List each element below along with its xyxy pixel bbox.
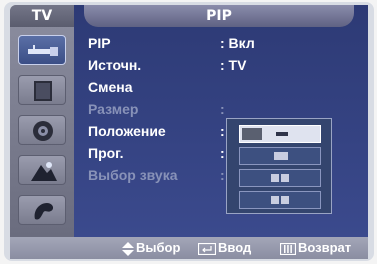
osd-footer-hints: Выбор Ввод Возврат [10, 237, 368, 259]
pip-size-option[interactable] [239, 147, 321, 165]
source-tab-title: TV [10, 5, 74, 27]
sound-icon [33, 121, 53, 141]
menu-item-label: Выбор звука [88, 167, 178, 183]
pip-size-option[interactable] [239, 191, 321, 209]
footer-return-hint: Возврат [279, 240, 352, 256]
pip-double-large-icon [271, 196, 279, 204]
enter-icon [197, 242, 217, 255]
footer-select-hint: Выбор [122, 240, 180, 256]
setup-icon [34, 203, 54, 220]
footer-enter-hint: Ввод [197, 240, 252, 256]
menu-item-value: : [220, 123, 225, 139]
pip-small-icon [274, 152, 288, 160]
category-sidebar: TV [10, 5, 74, 237]
sidebar-item-input[interactable] [18, 35, 66, 65]
pip-double-small-icon [271, 174, 279, 182]
channel-icon [31, 162, 57, 181]
menu-item-value: : [220, 101, 225, 117]
footer-return-label: Возврат [298, 240, 352, 255]
menu-item-label: Прог. [88, 145, 124, 161]
pip-large-icon [242, 128, 262, 140]
footer-select-label: Выбор [136, 240, 181, 255]
pip-size-popup [226, 118, 332, 214]
pip-size-option[interactable] [239, 169, 321, 187]
menu-item-value: : TV [220, 57, 247, 73]
pip-window-marker [276, 132, 288, 136]
menu-item-label: Размер [88, 101, 139, 117]
sidebar-item-channel[interactable] [18, 155, 66, 185]
pip-size-option[interactable] [239, 125, 321, 143]
up-down-arrow-icon [122, 241, 134, 256]
tv-osd-screen: TV PIP PIP: Вкл Источн.: TV Смена Разм… [0, 0, 377, 264]
menu-item-value: : [220, 167, 225, 183]
menu-item-label: Смена [88, 79, 133, 95]
antenna-input-icon [28, 45, 58, 56]
sidebar-item-sound[interactable] [18, 115, 66, 145]
menu-item-value: : [220, 145, 225, 161]
pip-double-large-right [281, 196, 289, 204]
menu-title: PIP [84, 5, 354, 27]
menu-item-pip[interactable]: PIP : Вкл [88, 35, 358, 55]
menu-return-icon [279, 242, 297, 255]
osd-frame: TV PIP PIP: Вкл Источн.: TV Смена Разм… [4, 2, 374, 261]
menu-item-label: PIP [88, 35, 111, 51]
sidebar-item-setup[interactable] [18, 195, 66, 225]
menu-item-label: Источн. [88, 57, 142, 73]
menu-item-source[interactable]: Источн. : TV [88, 57, 358, 77]
pip-double-small-right [281, 174, 289, 182]
menu-item-value: : Вкл [220, 35, 255, 51]
menu-item-swap[interactable]: Смена [88, 79, 358, 99]
menu-item-label: Положение [88, 123, 166, 139]
sidebar-item-picture[interactable] [18, 75, 66, 105]
picture-icon [34, 81, 52, 101]
footer-enter-label: Ввод [218, 240, 252, 255]
